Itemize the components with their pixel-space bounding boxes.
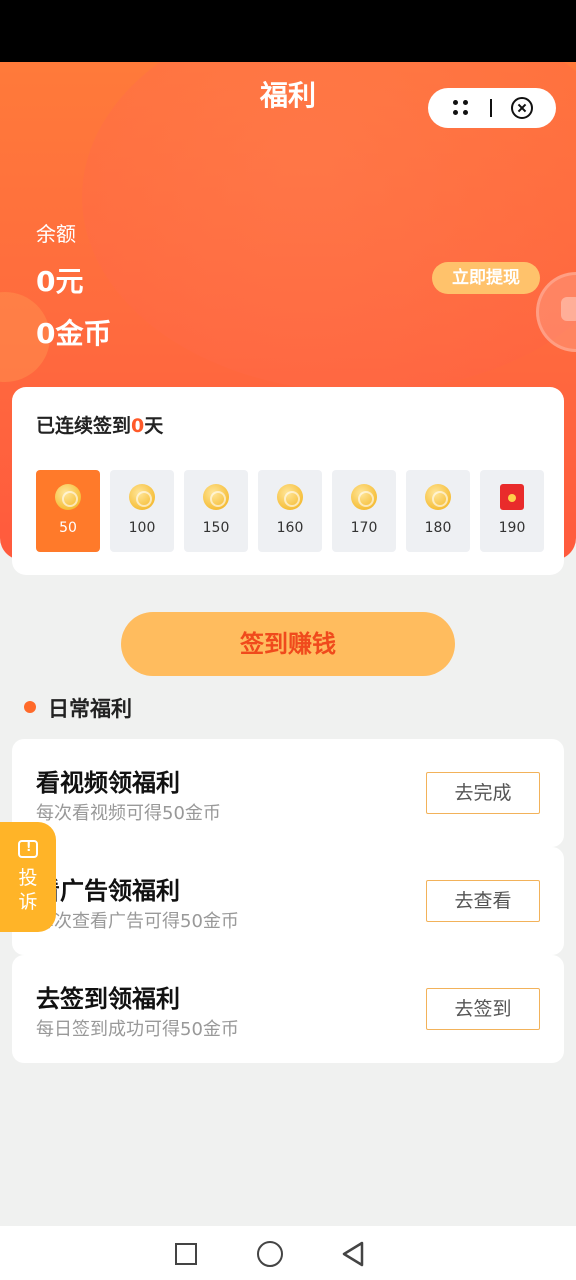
balance-label: 余额: [36, 222, 76, 246]
withdraw-button[interactable]: 立即提现: [432, 262, 540, 294]
signin-streak-title: 已连续签到0天: [36, 411, 163, 438]
red-envelope-icon: [500, 484, 524, 510]
signin-day-1[interactable]: 50: [36, 470, 100, 552]
close-icon[interactable]: [510, 97, 533, 119]
status-bar: [0, 0, 576, 62]
more-icon[interactable]: [451, 98, 471, 118]
coin-icon: [129, 484, 155, 510]
complain-button[interactable]: 投诉: [0, 822, 56, 932]
complain-icon: [18, 840, 38, 858]
day-reward-label: 50: [59, 520, 77, 536]
complain-label: 投诉: [18, 867, 38, 913]
signin-card: 已连续签到0天 50 100 150 160 170 180 190: [12, 387, 564, 575]
coin-icon: [351, 484, 377, 510]
signin-days-count: 0: [131, 415, 145, 437]
day-reward-label: 160: [276, 520, 304, 536]
signin-title-prefix: 已连续签到: [36, 415, 132, 437]
mini-program-capsule: [428, 88, 556, 128]
task-button-signin[interactable]: 去签到: [426, 988, 540, 1030]
task-button-view[interactable]: 去查看: [426, 880, 540, 922]
day-reward-label: 190: [498, 520, 526, 536]
day-reward-label: 180: [424, 520, 452, 536]
signin-day-3[interactable]: 150: [184, 470, 248, 552]
task-title: 看广告领福利: [36, 877, 180, 905]
task-desc: 每次看视频可得50金币: [36, 803, 221, 824]
balance-coins: 0金币: [36, 317, 112, 350]
home-icon[interactable]: [257, 1241, 283, 1267]
task-card-video: 看视频领福利 每次看视频可得50金币 去完成: [12, 739, 564, 847]
task-title: 看视频领福利: [36, 769, 180, 797]
day-reward-label: 170: [350, 520, 378, 536]
coin-icon: [425, 484, 451, 510]
signin-day-6[interactable]: 180: [406, 470, 470, 552]
coin-icon: [55, 484, 81, 510]
balance-yuan: 0元: [36, 265, 84, 298]
section-title: 日常福利: [48, 697, 132, 721]
day-reward-label: 150: [202, 520, 230, 536]
capsule-divider: [489, 99, 492, 117]
signin-day-7[interactable]: 190: [480, 470, 544, 552]
signin-title-suffix: 天: [144, 415, 164, 437]
task-desc: 每次查看广告可得50金币: [36, 911, 239, 932]
task-card-ad: 看广告领福利 每次查看广告可得50金币 去查看: [12, 847, 564, 955]
task-card-signin: 去签到领福利 每日签到成功可得50金币 去签到: [12, 955, 564, 1063]
back-icon[interactable]: [340, 1240, 366, 1268]
task-title: 去签到领福利: [36, 985, 180, 1013]
day-reward-label: 100: [128, 520, 156, 536]
signin-day-2[interactable]: 100: [110, 470, 174, 552]
system-nav-bar: [0, 1226, 576, 1280]
task-button-complete[interactable]: 去完成: [426, 772, 540, 814]
section-bullet-icon: [24, 701, 36, 713]
signin-day-5[interactable]: 170: [332, 470, 396, 552]
recent-apps-icon[interactable]: [175, 1243, 197, 1265]
coin-icon: [203, 484, 229, 510]
signin-days: 50 100 150 160 170 180 190: [36, 470, 544, 552]
task-desc: 每日签到成功可得50金币: [36, 1019, 239, 1040]
coin-icon: [277, 484, 303, 510]
signin-day-4[interactable]: 160: [258, 470, 322, 552]
signin-earn-button[interactable]: 签到赚钱: [121, 612, 455, 676]
